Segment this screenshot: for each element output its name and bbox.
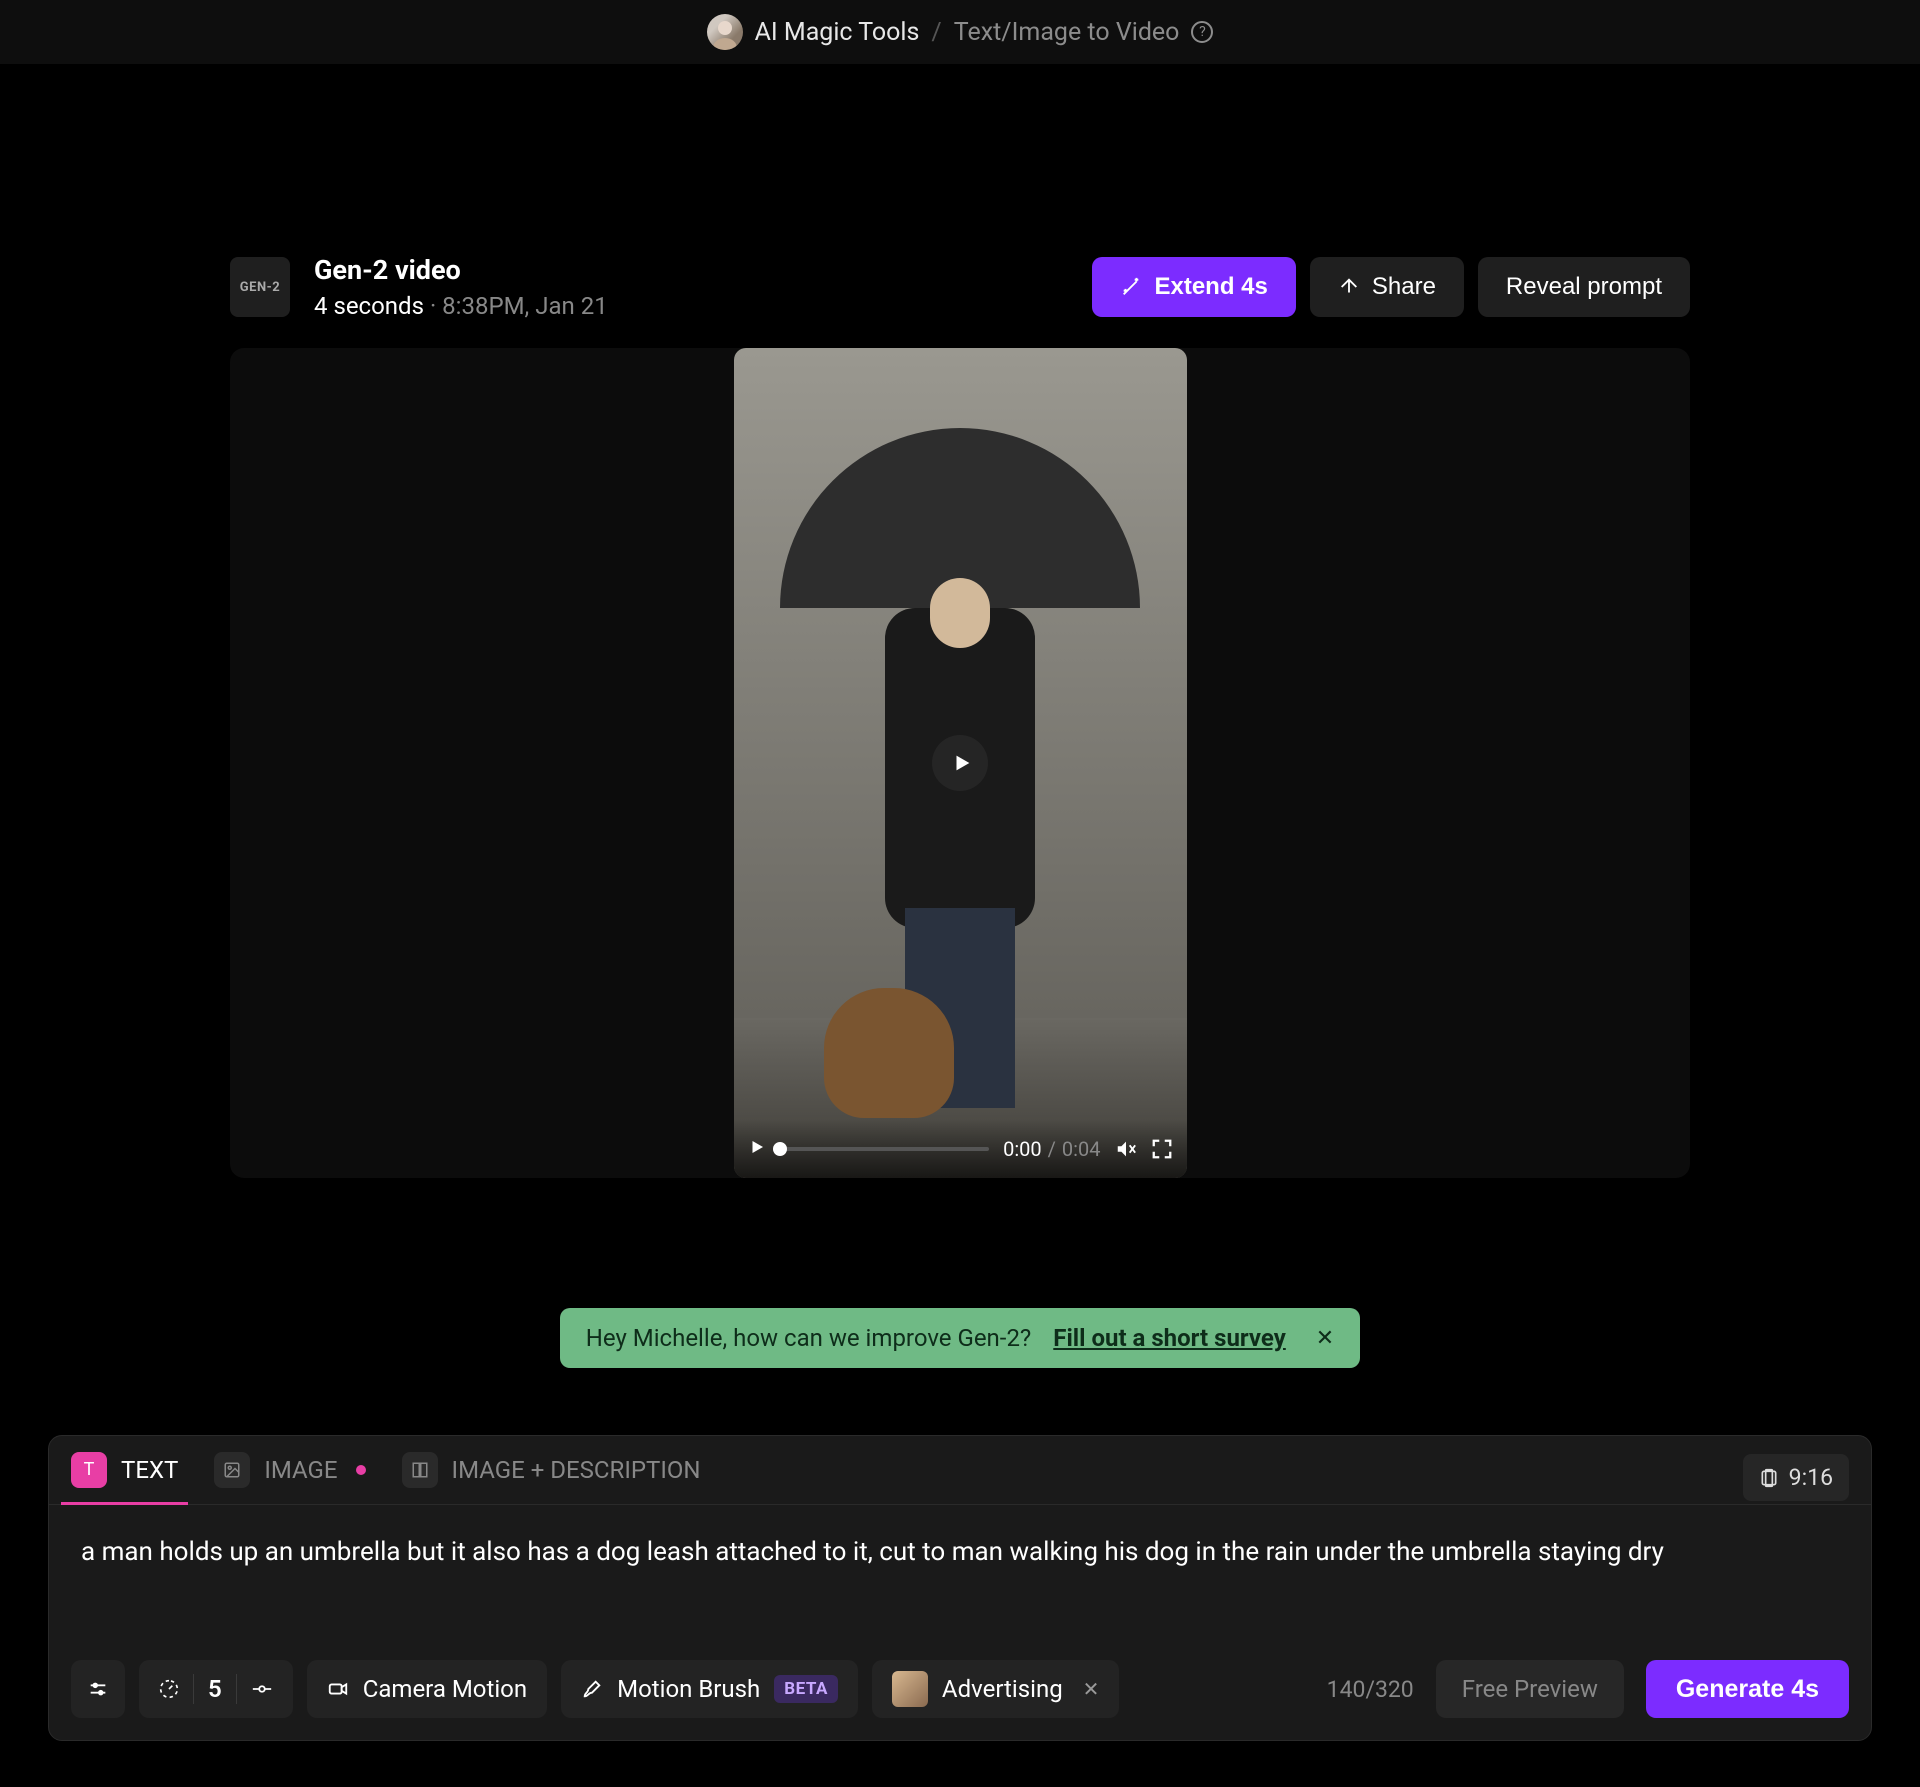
image-desc-icon <box>402 1452 438 1488</box>
survey-message: Hey Michelle, how can we improve Gen-2? <box>586 1324 1032 1352</box>
camera-motion-button[interactable]: Camera Motion <box>307 1660 547 1718</box>
beta-badge: BETA <box>774 1675 838 1703</box>
remove-style-icon[interactable]: ✕ <box>1083 1677 1100 1701</box>
share-button[interactable]: Share <box>1310 257 1464 317</box>
breadcrumb-separator: / <box>931 18 941 47</box>
char-counter: 140/320 <box>1327 1676 1414 1703</box>
video-meta: 4 seconds · 8:38PM, Jan 21 <box>314 292 608 320</box>
gauge-icon <box>159 1679 179 1699</box>
image-icon <box>214 1452 250 1488</box>
time-display: 0:00 / 0:04 <box>1003 1137 1100 1161</box>
generate-button[interactable]: Generate 4s <box>1646 1660 1849 1718</box>
seed-control[interactable]: 5 <box>139 1660 293 1718</box>
aspect-icon <box>1759 1468 1779 1488</box>
tab-image[interactable]: IMAGE <box>214 1452 365 1504</box>
fullscreen-icon[interactable] <box>1151 1138 1173 1160</box>
video-title: Gen-2 video <box>314 254 608 286</box>
video-duration: 4 seconds <box>314 292 424 320</box>
help-icon[interactable]: ? <box>1191 21 1213 43</box>
tab-text[interactable]: T TEXT <box>71 1452 178 1504</box>
style-chip[interactable]: Advertising ✕ <box>872 1660 1120 1718</box>
video-controls: 0:00 / 0:04 <box>734 1120 1187 1178</box>
play-button-center[interactable] <box>932 735 988 791</box>
model-badge: GEN-2 <box>230 257 290 317</box>
indicator-dot <box>356 1465 366 1475</box>
progress-bar[interactable] <box>780 1147 990 1151</box>
free-preview-button[interactable]: Free Preview <box>1436 1660 1624 1718</box>
text-icon: T <box>71 1452 107 1488</box>
sliders-icon <box>87 1678 109 1700</box>
survey-link[interactable]: Fill out a short survey <box>1053 1324 1286 1352</box>
video-timestamp: 8:38PM, Jan 21 <box>442 292 608 320</box>
video-player-area: 0:00 / 0:04 <box>230 348 1690 1178</box>
play-button[interactable] <box>748 1138 766 1160</box>
prompt-panel: T TEXT IMAGE IMAGE + DESCRIPTION 9:16 a <box>48 1435 1872 1741</box>
interpolate-icon <box>251 1683 273 1695</box>
mute-icon[interactable] <box>1115 1138 1137 1160</box>
breadcrumb-page[interactable]: Text/Image to Video <box>954 18 1180 47</box>
camera-icon <box>327 1678 349 1700</box>
breadcrumb-app[interactable]: AI Magic Tools <box>755 18 920 47</box>
seed-value: 5 <box>208 1675 222 1703</box>
reveal-prompt-button[interactable]: Reveal prompt <box>1478 257 1690 317</box>
settings-button[interactable] <box>71 1660 125 1718</box>
aspect-ratio-badge[interactable]: 9:16 <box>1743 1454 1849 1501</box>
survey-close-icon[interactable]: ✕ <box>1316 1326 1334 1351</box>
share-icon <box>1338 276 1360 298</box>
tab-image-description[interactable]: IMAGE + DESCRIPTION <box>402 1452 701 1504</box>
extend-button[interactable]: Extend 4s <box>1092 257 1295 317</box>
motion-brush-button[interactable]: Motion Brush BETA <box>561 1660 858 1718</box>
video-frame[interactable]: 0:00 / 0:04 <box>734 348 1187 1178</box>
style-thumbnail <box>892 1671 928 1707</box>
brush-icon <box>581 1678 603 1700</box>
survey-banner: Hey Michelle, how can we improve Gen-2? … <box>560 1308 1360 1368</box>
wand-icon <box>1120 276 1142 298</box>
avatar[interactable] <box>707 14 743 50</box>
top-bar: AI Magic Tools / Text/Image to Video ? <box>0 0 1920 64</box>
video-header: GEN-2 Gen-2 video 4 seconds · 8:38PM, Ja… <box>230 254 1690 320</box>
